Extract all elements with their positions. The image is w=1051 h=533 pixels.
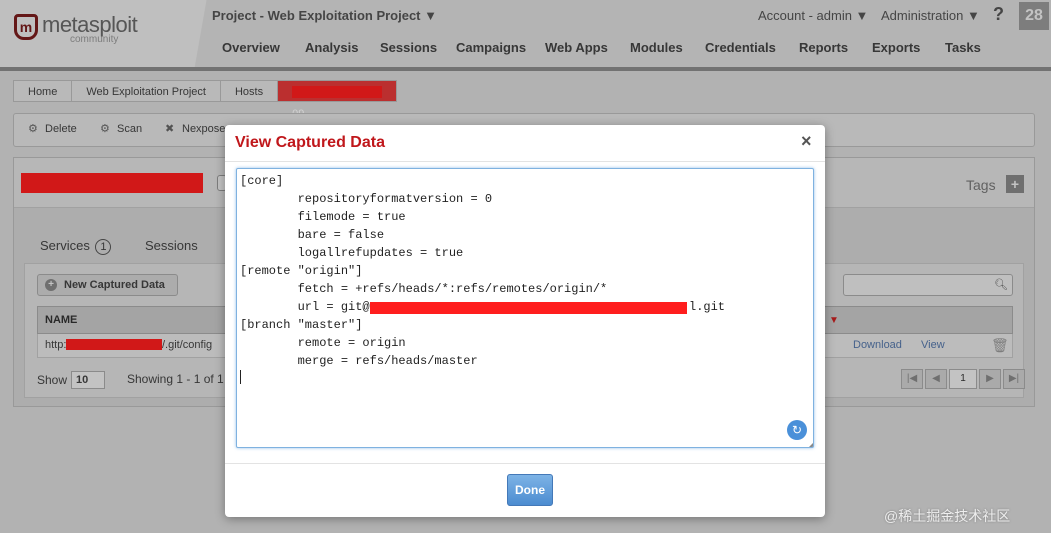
dialog-title: View Captured Data xyxy=(235,134,385,151)
view-captured-data-dialog: View Captured Data × [core] repositoryfo… xyxy=(225,125,825,517)
code-line-url-tail: l.git xyxy=(689,300,726,314)
code-line: repositoryformatversion = 0 xyxy=(240,192,493,206)
done-button[interactable]: Done xyxy=(507,474,553,506)
watermark: @稀土掘金技术社区 xyxy=(884,508,1011,524)
refresh-icon[interactable]: ↻ xyxy=(787,420,807,440)
captured-data-textarea[interactable]: [core] repositoryformatversion = 0 filem… xyxy=(236,168,814,448)
close-icon[interactable]: × xyxy=(801,131,812,152)
code-line: fetch = +refs/heads/*:refs/remotes/origi… xyxy=(240,282,608,296)
code-line: logallrefupdates = true xyxy=(240,246,464,260)
code-line: bare = false xyxy=(240,228,385,242)
text-caret xyxy=(240,370,241,384)
redaction-bar xyxy=(370,302,687,314)
code-line: remote = origin xyxy=(240,336,406,350)
code-line: filemode = true xyxy=(240,210,406,224)
code-line: [branch "master"] xyxy=(240,318,363,332)
code-line: [core] xyxy=(240,174,284,188)
code-line: [remote "origin"] xyxy=(240,264,363,278)
resize-handle-icon[interactable]: ◢ xyxy=(807,441,813,447)
code-line: merge = refs/heads/master xyxy=(240,354,478,368)
code-line: url = git@ xyxy=(240,300,370,314)
